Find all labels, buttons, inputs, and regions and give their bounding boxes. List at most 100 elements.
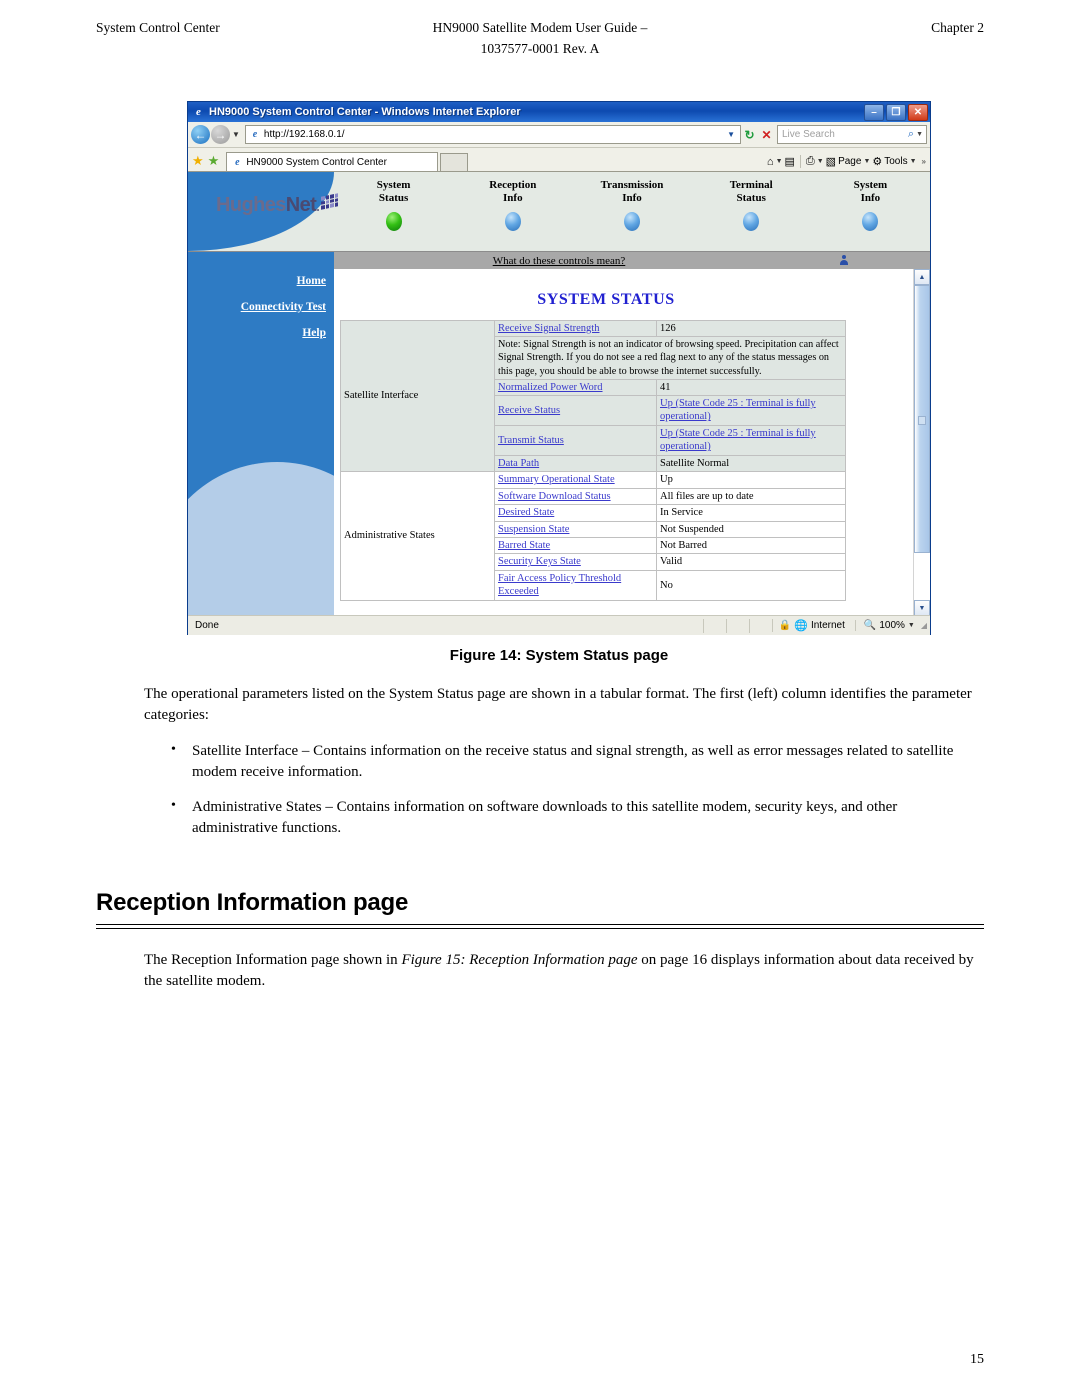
search-input[interactable]: Live Search ⌕ ▼: [777, 125, 927, 144]
tab-favicon-icon: e: [235, 156, 240, 168]
param-link[interactable]: Summary Operational State: [498, 474, 615, 485]
nav-item-system-status[interactable]: System Status: [334, 179, 453, 231]
status-led-blue-icon: [504, 211, 521, 231]
hughesnet-logo: HughesNet.: [216, 193, 339, 217]
tools-menu-button[interactable]: ⚙ Tools ▼: [872, 155, 916, 168]
recent-pages-dropdown-icon[interactable]: ▼: [232, 130, 240, 139]
controls-help-bar: What do these controls mean?: [188, 251, 930, 269]
param-software-download-status: Software Download Status: [494, 487, 657, 506]
favorites-center-icon[interactable]: ★: [192, 154, 204, 167]
stop-icon[interactable]: ✕: [758, 125, 775, 144]
page-menu-button[interactable]: ▧ Page ▼: [826, 155, 871, 168]
browser-command-bar: ⌂ ▼ ▤ ⎙ ▼ ▧ Page ▼ ⚙ Tools ▼ »: [767, 155, 926, 171]
what-do-these-controls-mean-link[interactable]: What do these controls mean?: [188, 255, 930, 267]
param-summary-operational-state: Summary Operational State: [494, 471, 657, 489]
back-button[interactable]: ←: [191, 125, 210, 144]
zoom-dropdown-icon[interactable]: ▼: [908, 622, 915, 629]
security-zone-indicator[interactable]: 🔒 🌐 Internet: [771, 619, 855, 632]
param-link[interactable]: Security Keys State: [498, 556, 581, 567]
status-led-blue-icon: [743, 211, 760, 231]
header-center-text: HN9000 Satellite Modem User Guide –: [432, 20, 648, 35]
param-link[interactable]: Software Download Status: [498, 491, 611, 502]
param-link[interactable]: Receive Status: [498, 405, 560, 416]
address-dropdown-icon[interactable]: ▼: [724, 130, 738, 139]
param-link[interactable]: Desired State: [498, 507, 554, 518]
zoom-control[interactable]: 🔍 100% ▼: [854, 620, 918, 631]
forward-button[interactable]: →: [211, 125, 230, 144]
print-button[interactable]: ⎙ ▼: [806, 155, 824, 168]
param-link[interactable]: Suspension State: [498, 524, 569, 535]
address-url-text: http://192.168.0.1/: [263, 129, 345, 140]
resize-grip-icon[interactable]: ◢: [918, 621, 927, 630]
search-icon[interactable]: ⌕: [906, 128, 916, 141]
magnifier-icon: 🔍: [863, 620, 877, 631]
page-dropdown-icon[interactable]: ▼: [863, 158, 870, 165]
param-barred-state: Barred State: [494, 536, 657, 555]
category-administrative-states: Administrative States: [340, 471, 495, 601]
category-satellite-interface: Satellite Interface: [340, 319, 495, 473]
value-desired-state: In Service: [656, 504, 846, 522]
refresh-icon[interactable]: ↻: [741, 125, 758, 144]
param-link[interactable]: Transmit Status: [498, 435, 564, 446]
param-link[interactable]: Data Path: [498, 458, 539, 469]
new-tab-button[interactable]: [440, 153, 469, 171]
closing-text-part1: The Reception Information page shown in: [144, 951, 402, 968]
print-dropdown-icon[interactable]: ▼: [817, 158, 824, 165]
app-sidebar: Home Connectivity Test Help: [188, 269, 334, 615]
sidebar-arc-decoration: [188, 462, 334, 615]
nav-item-transmission-info[interactable]: Transmission Info: [572, 179, 691, 231]
intro-paragraph: The operational parameters listed on the…: [144, 686, 972, 724]
value-link[interactable]: Up (State Code 25 : Terminal is fully op…: [660, 398, 816, 422]
sidebar-item-help[interactable]: Help: [188, 327, 326, 339]
internet-explorer-icon: e: [196, 106, 201, 118]
vertical-scrollbar[interactable]: ▲ ▼: [913, 269, 930, 615]
list-item: Administrative States – Contains informa…: [168, 796, 984, 840]
browser-address-bar: ← → ▼ e http://192.168.0.1/ ▼ ↻ ✕ Live S…: [188, 122, 930, 148]
lock-icon: 🔒: [778, 620, 792, 631]
scroll-up-icon[interactable]: ▲: [914, 269, 930, 285]
param-transmit-status: Transmit Status: [494, 424, 657, 456]
nav-label-line1: System: [376, 179, 411, 191]
param-link[interactable]: Fair Access Policy Threshold Exceeded: [498, 573, 621, 597]
restore-button[interactable]: ❐: [886, 103, 906, 121]
status-led-blue-icon: [862, 211, 879, 231]
browser-title-bar: e HN9000 System Control Center - Windows…: [188, 102, 930, 122]
nav-item-reception-info[interactable]: Reception Info: [453, 179, 572, 231]
page-menu-label: Page: [838, 156, 862, 167]
security-zone-label: Internet: [810, 620, 845, 631]
home-dropdown-icon[interactable]: ▼: [776, 158, 783, 165]
search-provider-dropdown-icon[interactable]: ▼: [916, 131, 926, 138]
value-data-path: Satellite Normal: [656, 454, 846, 473]
printer-icon: ⎙: [805, 155, 815, 167]
address-input[interactable]: e http://192.168.0.1/ ▼: [244, 125, 741, 144]
scrollbar-thumb[interactable]: [914, 285, 930, 553]
header-document-number: 1037577-0001 Rev. A: [480, 40, 600, 56]
sidebar-item-home[interactable]: Home: [188, 275, 326, 287]
document-body: The operational parameters listed on the…: [96, 684, 984, 992]
param-link[interactable]: Receive Signal Strength: [498, 323, 599, 334]
scroll-down-icon[interactable]: ▼: [914, 600, 930, 615]
browser-window-title: HN9000 System Control Center - Windows I…: [209, 106, 521, 118]
command-overflow-icon[interactable]: »: [922, 157, 926, 166]
home-button[interactable]: ⌂ ▼: [767, 156, 783, 168]
add-to-favorites-icon[interactable]: ★: [208, 154, 220, 167]
command-separator: [799, 155, 801, 168]
param-link[interactable]: Barred State: [498, 540, 550, 551]
sidebar-item-connectivity-test[interactable]: Connectivity Test: [188, 301, 326, 313]
feeds-button[interactable]: ▤: [785, 155, 795, 168]
value-link[interactable]: Up (State Code 25 : Terminal is fully op…: [660, 428, 816, 452]
close-button[interactable]: ✕: [908, 103, 928, 121]
status-led-green-icon: [385, 211, 402, 231]
figure-cross-reference: Figure 15: Reception Information page: [401, 951, 638, 968]
nav-item-system-info[interactable]: System Info: [811, 179, 930, 231]
page-header: System Control Center HN9000 Satellite M…: [96, 18, 984, 60]
browser-tab[interactable]: e HN9000 System Control Center: [226, 152, 439, 171]
section-heading: Reception Information page: [96, 888, 409, 916]
minimize-button[interactable]: –: [864, 103, 884, 121]
gear-icon: ⚙: [872, 156, 883, 168]
page-title: SYSTEM STATUS: [537, 291, 675, 308]
scrollbar-track[interactable]: [914, 285, 930, 600]
param-link[interactable]: Normalized Power Word: [498, 382, 603, 393]
tools-dropdown-icon[interactable]: ▼: [910, 158, 917, 165]
nav-item-terminal-status[interactable]: Terminal Status: [692, 179, 811, 231]
